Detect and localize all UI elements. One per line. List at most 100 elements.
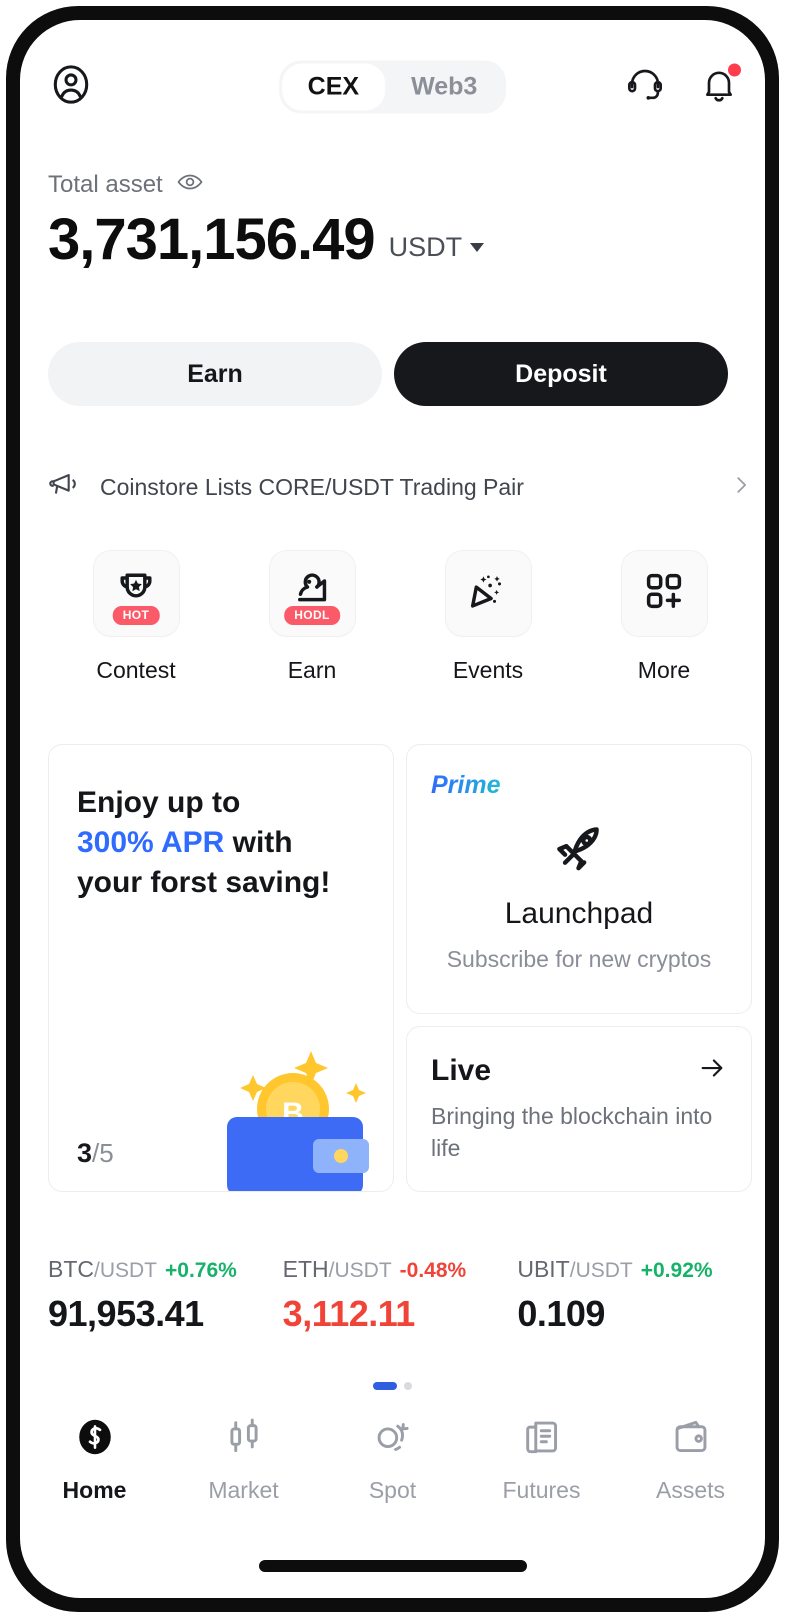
ticker-price: 0.109 xyxy=(517,1293,605,1334)
announcement-bar[interactable]: Coinstore Lists CORE/USDT Trading Pair xyxy=(48,462,752,512)
promo-counter-current: 3 xyxy=(77,1138,93,1168)
quick-action-tile[interactable]: HODL xyxy=(268,550,356,637)
promo-line-1: Enjoy up to xyxy=(77,786,241,819)
ticker-ubit[interactable]: UBIT/USDT +0.92% 0.109 xyxy=(517,1256,752,1335)
total-asset-label: Total asset xyxy=(48,170,163,198)
headset-icon[interactable] xyxy=(625,65,665,110)
quick-action-tile[interactable] xyxy=(620,550,708,637)
grid-plus-icon xyxy=(642,569,686,618)
ticker-pair: ETH/USDT xyxy=(283,1256,392,1283)
launchpad-subtitle: Subscribe for new cryptos xyxy=(446,946,712,972)
nav-label: Market xyxy=(208,1477,279,1503)
currency-selector[interactable]: USDT xyxy=(389,232,485,269)
deposit-button[interactable]: Deposit xyxy=(394,342,728,406)
quick-action-label: Contest xyxy=(96,657,176,683)
quick-action-tile[interactable] xyxy=(444,550,532,637)
ticker-btc[interactable]: BTC/USDT +0.76% 91,953.41 xyxy=(48,1256,283,1335)
caret-down-icon xyxy=(470,243,485,252)
ticker-pagination xyxy=(20,1382,765,1390)
arrow-right-icon[interactable] xyxy=(697,1053,727,1088)
candlestick-icon xyxy=(222,1415,266,1464)
pagination-dot[interactable] xyxy=(404,1382,412,1390)
notification-badge-dot xyxy=(728,63,741,77)
nav-item-market[interactable]: Market xyxy=(169,1415,318,1504)
futures-doc-icon xyxy=(520,1415,564,1464)
quick-action-label: Events xyxy=(452,657,524,683)
ticker-change: +0.76% xyxy=(165,1259,237,1282)
earn-button[interactable]: Earn xyxy=(48,342,382,406)
total-asset-block: Total asset 3,731,156.49 USDT xyxy=(48,168,485,272)
tab-cex[interactable]: CEX xyxy=(281,63,386,111)
ticker-header: ETH/USDT -0.48% xyxy=(283,1256,518,1283)
nav-item-assets[interactable]: Assets xyxy=(616,1415,765,1504)
megaphone-icon xyxy=(48,468,82,507)
launchpad-title: Launchpad xyxy=(504,897,654,930)
spot-trade-icon xyxy=(371,1415,415,1464)
promo-line-2-tail: with xyxy=(224,825,293,859)
live-subtitle: Bringing the blockchain into life xyxy=(431,1103,713,1162)
quick-actions-row: HOT Contest HODL Earn Events More xyxy=(48,550,752,684)
wallet-icon xyxy=(669,1415,713,1464)
live-card[interactable]: Live Bringing the blockchain into life xyxy=(406,1026,752,1192)
ticker-header: UBIT/USDT +0.92% xyxy=(517,1256,752,1283)
quick-action-tile[interactable]: HOT xyxy=(92,550,180,637)
ticker-price: 91,953.41 xyxy=(48,1293,204,1334)
quick-action-contest[interactable]: HOT Contest xyxy=(48,550,224,684)
ticker-pair: BTC/USDT xyxy=(48,1256,157,1283)
quick-action-badge: HOT xyxy=(112,606,160,625)
quick-action-events[interactable]: Events xyxy=(400,550,576,684)
phone-frame: CEX Web3 Total asset 3,731,156.49 USDT E… xyxy=(6,6,779,1612)
ticker-eth[interactable]: ETH/USDT -0.48% 3,112.11 xyxy=(283,1256,518,1335)
nav-label: Home xyxy=(62,1477,127,1503)
top-bar-actions xyxy=(625,63,741,110)
top-bar: CEX Web3 xyxy=(20,50,765,124)
wallet-bitcoin-illustration: B xyxy=(193,1031,383,1191)
currency-label: USDT xyxy=(388,232,463,262)
eye-icon[interactable] xyxy=(176,168,204,201)
nav-label: Futures xyxy=(502,1477,581,1503)
primary-actions: Earn Deposit xyxy=(48,342,728,406)
announcement-text: Coinstore Lists CORE/USDT Trading Pair xyxy=(100,473,524,500)
ticker-quote: /USDT xyxy=(94,1259,157,1282)
nav-label: Spot xyxy=(368,1477,417,1503)
quick-action-label: Earn xyxy=(287,657,337,683)
quick-action-label: More xyxy=(637,657,691,683)
quick-action-earn[interactable]: HODL Earn xyxy=(224,550,400,684)
nav-item-futures[interactable]: Futures xyxy=(467,1415,616,1504)
nav-item-home[interactable]: Home xyxy=(20,1415,169,1504)
app-screen: CEX Web3 Total asset 3,731,156.49 USDT E… xyxy=(20,20,765,1598)
nav-item-spot[interactable]: Spot xyxy=(318,1415,467,1504)
total-asset-value-row: 3,731,156.49 USDT xyxy=(48,207,485,272)
bottom-nav: Home Market Spot Futures Assets xyxy=(20,1415,765,1504)
promo-carousel-counter: 3/5 xyxy=(77,1138,114,1169)
cex-web3-toggle[interactable]: CEX Web3 xyxy=(278,60,507,114)
promo-counter-total: /5 xyxy=(92,1138,114,1168)
total-asset-amount: 3,731,156.49 xyxy=(48,207,376,272)
bell-icon[interactable] xyxy=(699,63,741,110)
chevron-right-icon[interactable] xyxy=(730,474,752,501)
ticker-quote: /USDT xyxy=(328,1259,392,1282)
ticker-row: BTC/USDT +0.76% 91,953.41 ETH/USDT -0.48… xyxy=(48,1256,752,1335)
live-title: Live xyxy=(431,1053,492,1087)
quick-action-more[interactable]: More xyxy=(576,550,752,684)
home-indicator xyxy=(258,1560,527,1572)
rocket-icon xyxy=(429,817,729,879)
promo-highlight: 300% APR xyxy=(77,825,225,859)
ticker-base: ETH xyxy=(282,1256,329,1282)
nav-label: Assets xyxy=(655,1477,726,1503)
pagination-dot-active[interactable] xyxy=(373,1382,397,1390)
user-circle-icon[interactable] xyxy=(48,62,94,113)
ticker-base: UBIT xyxy=(517,1256,570,1282)
total-asset-label-row: Total asset xyxy=(48,168,484,201)
ticker-change: -0.48% xyxy=(399,1259,467,1282)
tab-web3[interactable]: Web3 xyxy=(385,64,503,111)
ticker-header: BTC/USDT +0.76% xyxy=(48,1256,283,1283)
promo-card[interactable]: Enjoy up to 300% APR with your forst sav… xyxy=(48,744,394,1192)
cards-section: Enjoy up to 300% APR with your forst sav… xyxy=(48,744,752,1192)
ticker-quote: /USDT xyxy=(569,1259,633,1282)
live-card-header: Live xyxy=(431,1053,727,1088)
launchpad-card[interactable]: Prime Launchpad Subscribe for new crypto… xyxy=(406,744,752,1014)
coinstore-logo-icon xyxy=(73,1415,117,1464)
promo-line-3: your forst saving! xyxy=(77,865,331,899)
ticker-change: +0.92% xyxy=(640,1259,713,1282)
